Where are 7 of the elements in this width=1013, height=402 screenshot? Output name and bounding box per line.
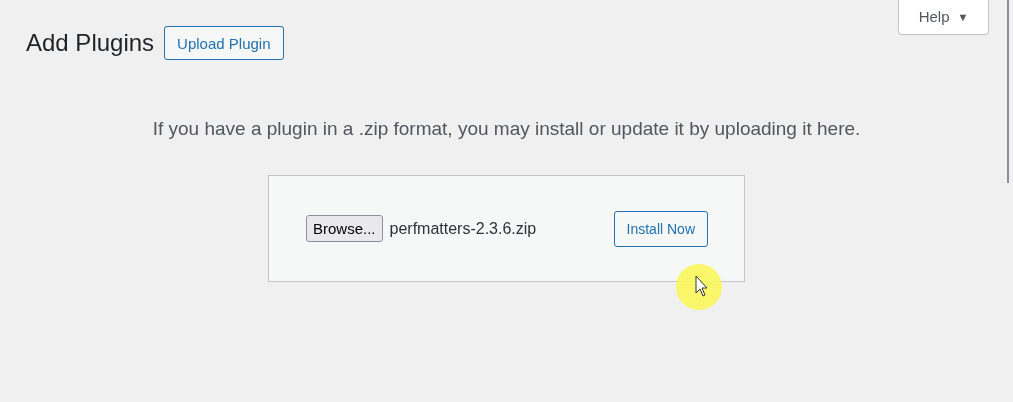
upload-plugin-button[interactable]: Upload Plugin: [164, 26, 284, 60]
page-title: Add Plugins: [26, 29, 155, 57]
browse-button[interactable]: Browse...: [306, 215, 383, 242]
help-tab[interactable]: Help ▼: [898, 0, 989, 35]
file-name: perfmatters-2.3.6.zip: [389, 219, 538, 238]
install-now-button[interactable]: Install Now: [613, 210, 708, 247]
upload-instructions: If you have a plugin in a .zip format, you may install or update it by uploading it here.: [151, 118, 862, 140]
